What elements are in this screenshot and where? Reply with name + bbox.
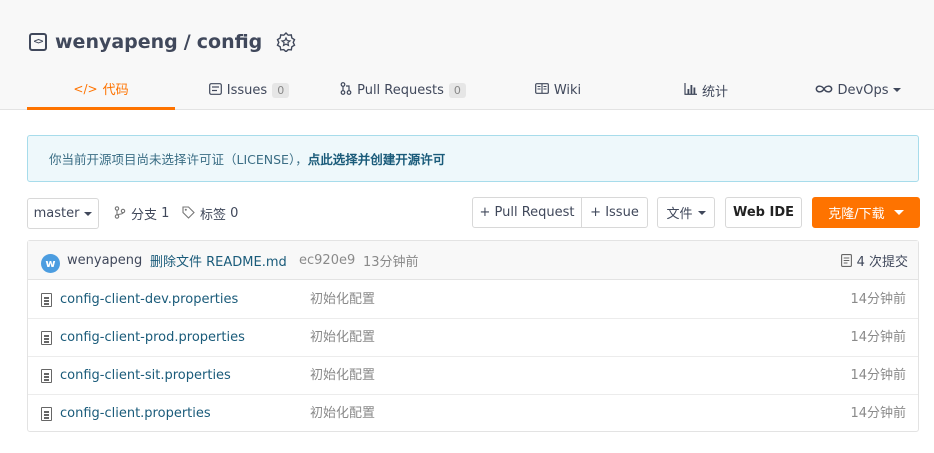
file-commit-message[interactable]: 初始化配置	[310, 319, 375, 357]
table-row: config-client-prod.properties 初始化配置 14分钟…	[28, 319, 918, 357]
commit-hash[interactable]: ec920e9	[299, 241, 355, 280]
commits-count-label: 4 次提交	[856, 255, 908, 270]
new-issue-label: + Issue	[590, 205, 639, 220]
tab-wiki-label: Wiki	[553, 82, 582, 98]
file-name-link[interactable]: config-client.properties	[60, 395, 211, 433]
table-row: config-client.properties 初始化配置 14分钟前	[28, 395, 918, 433]
web-ide-button[interactable]: Web IDE	[725, 197, 802, 228]
commit-author[interactable]: wenyapeng	[67, 241, 142, 280]
file-icon	[41, 407, 52, 421]
repo-header: <> wenyapeng / config </> 代码 Issues 0 Pu…	[0, 0, 934, 110]
file-name-link[interactable]: config-client-sit.properties	[60, 357, 231, 395]
repo-name: wenyapeng / config	[55, 31, 262, 53]
tab-stats-label: 统计	[701, 84, 728, 100]
clone-download-label: 克隆/下载	[828, 207, 885, 222]
table-row: config-client-dev.properties 初始化配置 14分钟前	[28, 281, 918, 319]
wiki-icon	[534, 83, 549, 97]
file-commit-message[interactable]: 初始化配置	[310, 357, 375, 395]
license-create-link[interactable]: 点此选择并创建开源许可	[308, 149, 446, 168]
tab-wiki[interactable]: Wiki	[520, 70, 596, 110]
repo-code-icon: <>	[29, 33, 47, 51]
avatar[interactable]: w	[41, 254, 60, 273]
commit-time: 13分钟前	[363, 255, 419, 270]
tab-devops[interactable]: DevOps	[808, 70, 908, 110]
commits-history-icon	[840, 254, 852, 267]
clone-download-button[interactable]: 克隆/下载	[812, 197, 920, 228]
issues-icon	[208, 82, 222, 98]
chevron-down-icon	[893, 88, 902, 92]
file-name-link[interactable]: config-client-dev.properties	[60, 281, 238, 319]
file-menu-label: 文件	[666, 207, 693, 222]
recommended-badge-icon[interactable]	[276, 32, 296, 52]
repo-tabs: </> 代码 Issues 0 Pull Requests 0 Wiki 统计 …	[0, 70, 934, 110]
table-row: config-client-sit.properties 初始化配置 14分钟前	[28, 357, 918, 395]
file-updated-time: 14分钟前	[850, 406, 906, 421]
license-notice-text: 你当前开源项目尚未选择许可证（LICENSE），	[49, 152, 308, 167]
tab-code-label: 代码	[102, 83, 129, 98]
tab-pull-requests-label: Pull Requests	[357, 82, 444, 98]
tab-issues[interactable]: Issues 0	[196, 70, 302, 110]
tags-label: 标签	[200, 208, 227, 223]
stats-icon	[684, 82, 697, 98]
repo-owner-link[interactable]: wenyapeng	[55, 31, 178, 53]
file-icon	[41, 331, 52, 345]
chevron-down-icon	[697, 210, 706, 215]
code-icon: </>	[73, 81, 98, 96]
tags-link[interactable]: 标签 0	[182, 198, 238, 229]
file-icon	[41, 293, 52, 307]
pull-requests-count-badge: 0	[448, 82, 466, 98]
file-name-link[interactable]: config-client-prod.properties	[60, 319, 245, 357]
tab-pull-requests[interactable]: Pull Requests 0	[328, 70, 478, 110]
pull-request-icon	[340, 82, 352, 98]
repo-separator: /	[183, 31, 191, 53]
devops-icon	[815, 83, 833, 97]
latest-commit-bar: w wenyapeng 删除文件 README.md ec920e9 13分钟前…	[28, 241, 918, 280]
file-icon	[41, 369, 52, 383]
file-updated-time: 14分钟前	[850, 292, 906, 307]
file-commit-message[interactable]: 初始化配置	[310, 281, 375, 319]
branches-count: 1	[161, 206, 170, 221]
tab-devops-label: DevOps	[837, 82, 889, 98]
branches-link[interactable]: 分支 1	[114, 198, 169, 229]
commit-message[interactable]: 删除文件 README.md	[150, 241, 287, 280]
chevron-down-icon	[893, 210, 904, 215]
tab-issues-label: Issues	[226, 82, 268, 98]
new-pull-request-label: + Pull Request	[479, 205, 575, 220]
tags-count: 0	[230, 206, 239, 221]
branch-icon	[114, 205, 126, 222]
file-commit-message[interactable]: 初始化配置	[310, 395, 375, 433]
branch-select[interactable]: master	[27, 198, 99, 229]
file-updated-time: 14分钟前	[850, 330, 906, 345]
tag-icon	[182, 205, 195, 222]
chevron-down-icon	[84, 211, 93, 216]
branch-select-label: master	[33, 206, 80, 221]
file-tree-panel: w wenyapeng 删除文件 README.md ec920e9 13分钟前…	[27, 240, 919, 432]
file-updated-time: 14分钟前	[850, 368, 906, 383]
branches-label: 分支	[131, 208, 158, 223]
repo-name-link[interactable]: config	[197, 31, 263, 53]
commits-count-link[interactable]: 4 次提交	[840, 241, 908, 280]
new-issue-button[interactable]: + Issue	[581, 197, 648, 228]
issues-count-badge: 0	[272, 82, 290, 98]
license-notice: 你当前开源项目尚未选择许可证（LICENSE）， 点此选择并创建开源许可	[27, 135, 919, 182]
tab-stats[interactable]: 统计	[668, 70, 744, 110]
web-ide-label: Web IDE	[732, 205, 795, 220]
new-pull-request-button[interactable]: + Pull Request	[472, 197, 582, 228]
tab-code[interactable]: </> 代码	[27, 70, 175, 110]
file-menu-button[interactable]: 文件	[657, 197, 715, 228]
repo-title: <> wenyapeng / config	[29, 30, 296, 54]
